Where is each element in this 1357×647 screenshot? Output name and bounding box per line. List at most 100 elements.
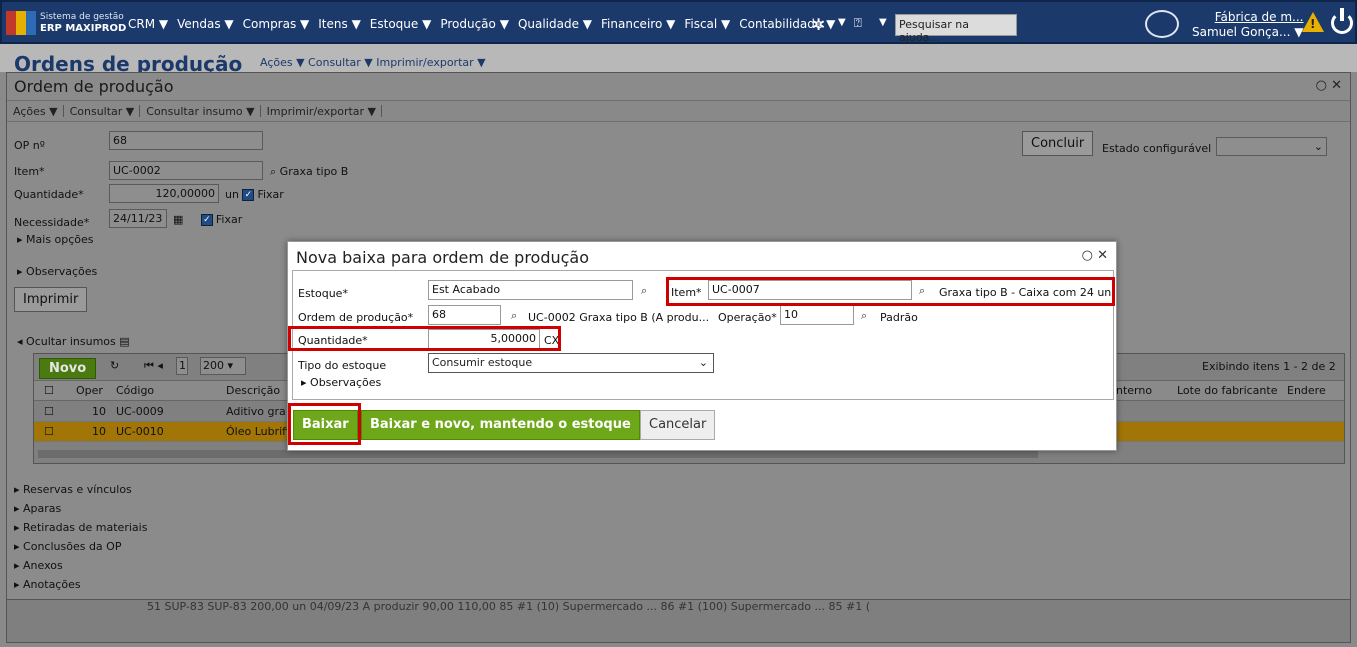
search-icon[interactable]: ⌕ (861, 309, 867, 323)
highlight-item (666, 277, 1115, 306)
section-anotacoes[interactable]: ▸ Anotações (14, 575, 147, 594)
col-lote[interactable]: Lote do fabricante (1177, 384, 1277, 397)
menu-itens[interactable]: Itens ▼ (318, 17, 361, 31)
menu-crm[interactable]: CRM ▼ (128, 17, 168, 31)
row-description: Óleo Lubrifi (226, 425, 290, 438)
toolbar-consultar-insumo[interactable]: Consultar insumo ▼ (146, 105, 261, 118)
calendar-icon[interactable]: ▦ (173, 213, 183, 226)
toolbar-imprimir[interactable]: Imprimir/exportar ▼ (267, 105, 382, 118)
horizontal-scrollbar[interactable] (38, 450, 1038, 458)
background-row-text: 51 SUP-83 SUP-83 200,00 un 04/09/23 A pr… (147, 600, 871, 613)
print-button[interactable]: Imprimir (14, 287, 88, 312)
stock-type-label: Tipo do estoque (298, 359, 387, 372)
row-checkbox[interactable]: ☐ (44, 405, 54, 418)
baixar-e-novo-button[interactable]: Baixar e novo, mantendo o estoque (361, 410, 640, 440)
user-name[interactable]: Samuel Gonça... ▼ (1192, 25, 1303, 40)
item-field[interactable]: UC-0002 (109, 161, 263, 180)
menu-estoque[interactable]: Estoque ▼ (370, 17, 432, 31)
select-all-checkbox[interactable]: ☐ (44, 384, 54, 397)
new-button[interactable]: Novo (39, 358, 97, 379)
need-date-extras: ▦ ✓ Fixar (173, 213, 243, 226)
panel-toolbar: Ações ▼ Consultar ▼ Consultar insumo ▼ I… (7, 100, 1350, 122)
dialog-title: Nova baixa para ordem de produção (296, 248, 590, 267)
toolbar-acoes[interactable]: Ações ▼ (13, 105, 64, 118)
state-select[interactable]: ⌄ (1216, 137, 1327, 156)
menu-fiscal[interactable]: Fiscal ▼ (684, 17, 730, 31)
erp-name: ERP MAXIPROD (40, 23, 127, 34)
menu-financeiro[interactable]: Financeiro ▼ (601, 17, 675, 31)
first-page-icon[interactable]: ⏮ ◂ (144, 359, 163, 373)
operation-field[interactable]: 10 (780, 305, 854, 325)
background-list-row: 51 SUP-83 SUP-83 200,00 un 04/09/23 A pr… (6, 599, 1351, 643)
stock-label: Estoque* (298, 287, 348, 300)
baixar-button[interactable]: Baixar (293, 410, 358, 440)
section-anexos[interactable]: ▸ Anexos (14, 556, 147, 575)
stock-field[interactable]: Est Acabado (428, 280, 633, 300)
help-icon[interactable]: ⍰ (854, 16, 862, 31)
collapsed-sections: ▸ Reservas e vínculos ▸ Aparas ▸ Retirad… (14, 480, 147, 594)
section-reservas[interactable]: ▸ Reservas e vínculos (14, 480, 147, 499)
search-icon[interactable]: ⌕ (641, 284, 647, 298)
section-aparas[interactable]: ▸ Aparas (14, 499, 147, 518)
op-number-field[interactable]: 68 (109, 131, 263, 150)
menu-compras[interactable]: Compras ▼ (243, 17, 310, 31)
col-description[interactable]: Descrição (226, 384, 280, 397)
quantity-field[interactable]: 120,00000 (109, 184, 219, 203)
conclude-button[interactable]: Concluir (1022, 131, 1094, 156)
maxiprod-logo-icon[interactable] (6, 11, 36, 35)
menu-qualidade[interactable]: Qualidade ▼ (518, 17, 592, 31)
warning-icon[interactable]: ! (1302, 12, 1324, 32)
power-icon[interactable] (1331, 8, 1353, 34)
refresh-icon[interactable]: ↻ (110, 359, 119, 372)
brand: Sistema de gestão ERP MAXIPROD (40, 12, 126, 34)
close-icon[interactable]: ○ ✕ (1316, 78, 1342, 93)
user-area[interactable]: Fábrica de m... Samuel Gonça... ▼ (1192, 10, 1303, 40)
page-menu[interactable]: Ações ▼ Consultar ▼ Imprimir/exportar ▼ (260, 56, 486, 69)
production-order-field[interactable]: 68 (428, 305, 501, 325)
operation-description: Padrão (880, 311, 918, 324)
stock-type-select[interactable]: Consumir estoque ⌄ (428, 353, 714, 373)
section-retiradas[interactable]: ▸ Retiradas de materiais (14, 518, 147, 537)
hide-inputs-toggle[interactable]: ◂ Ocultar insumos ▤ (17, 335, 130, 348)
menu-producao[interactable]: Produção ▼ (440, 17, 509, 31)
observations-toggle[interactable]: ▸ Observações (17, 265, 97, 278)
col-oper[interactable]: Oper (76, 384, 103, 397)
row-code: UC-0009 (116, 405, 164, 418)
help-search-input[interactable]: Pesquisar na ajuda... (895, 14, 1017, 44)
row-description: Aditivo gra (226, 405, 286, 418)
search-icon[interactable]: ⌕ (511, 309, 517, 323)
need-date-field[interactable]: 24/11/23 (109, 209, 167, 228)
chevron-down-icon: ⌄ (698, 356, 708, 369)
main-menu: CRM ▼ Vendas ▼ Compras ▼ Itens ▼ Estoque… (128, 17, 844, 31)
menu-vendas[interactable]: Vendas ▼ (177, 17, 234, 31)
chevron-down-icon[interactable]: ▼ (879, 17, 887, 28)
col-interno[interactable]: nterno (1116, 384, 1152, 397)
system-line: Sistema de gestão (40, 12, 124, 22)
chevron-down-icon[interactable]: ▼ (838, 17, 846, 28)
op-label: OP nº (14, 139, 45, 152)
row-checkbox[interactable]: ☐ (44, 425, 54, 438)
col-endereco[interactable]: Endere (1287, 384, 1326, 397)
gear-icon[interactable]: ✲ (812, 15, 825, 34)
page-header: Ordens de produção Ações ▼ Consultar ▼ I… (0, 44, 1357, 76)
need-label: Necessidade* (14, 216, 90, 229)
production-order-description: UC-0002 Graxa tipo B (A produ... (528, 311, 710, 324)
section-conclusoes[interactable]: ▸ Conclusões da OP (14, 537, 147, 556)
fixar-checkbox[interactable]: ✓ (242, 189, 255, 201)
item-description: ⌕ Graxa tipo B (270, 165, 349, 178)
fixar-need-checkbox[interactable]: ✓ (200, 214, 213, 226)
chat-icon[interactable] (1145, 10, 1179, 38)
quantity-unit: un ✓ Fixar (225, 188, 284, 201)
close-icon[interactable]: ○ ✕ (1082, 248, 1108, 263)
row-code: UC-0010 (116, 425, 164, 438)
col-code[interactable]: Código (116, 384, 154, 397)
toolbar-consultar[interactable]: Consultar ▼ (70, 105, 141, 118)
more-options-toggle[interactable]: ▸ Mais opções (17, 233, 94, 246)
observations-toggle[interactable]: ▸ Observações (301, 376, 381, 389)
cancel-button[interactable]: Cancelar (640, 410, 716, 440)
company-link[interactable]: Fábrica de m... (1192, 10, 1304, 25)
per-page-select[interactable]: 200 ▾ (200, 357, 246, 375)
state-label: Estado configurável (1102, 142, 1212, 155)
page-number-input[interactable]: 1 (176, 357, 188, 375)
production-order-label: Ordem de produção* (298, 311, 414, 324)
